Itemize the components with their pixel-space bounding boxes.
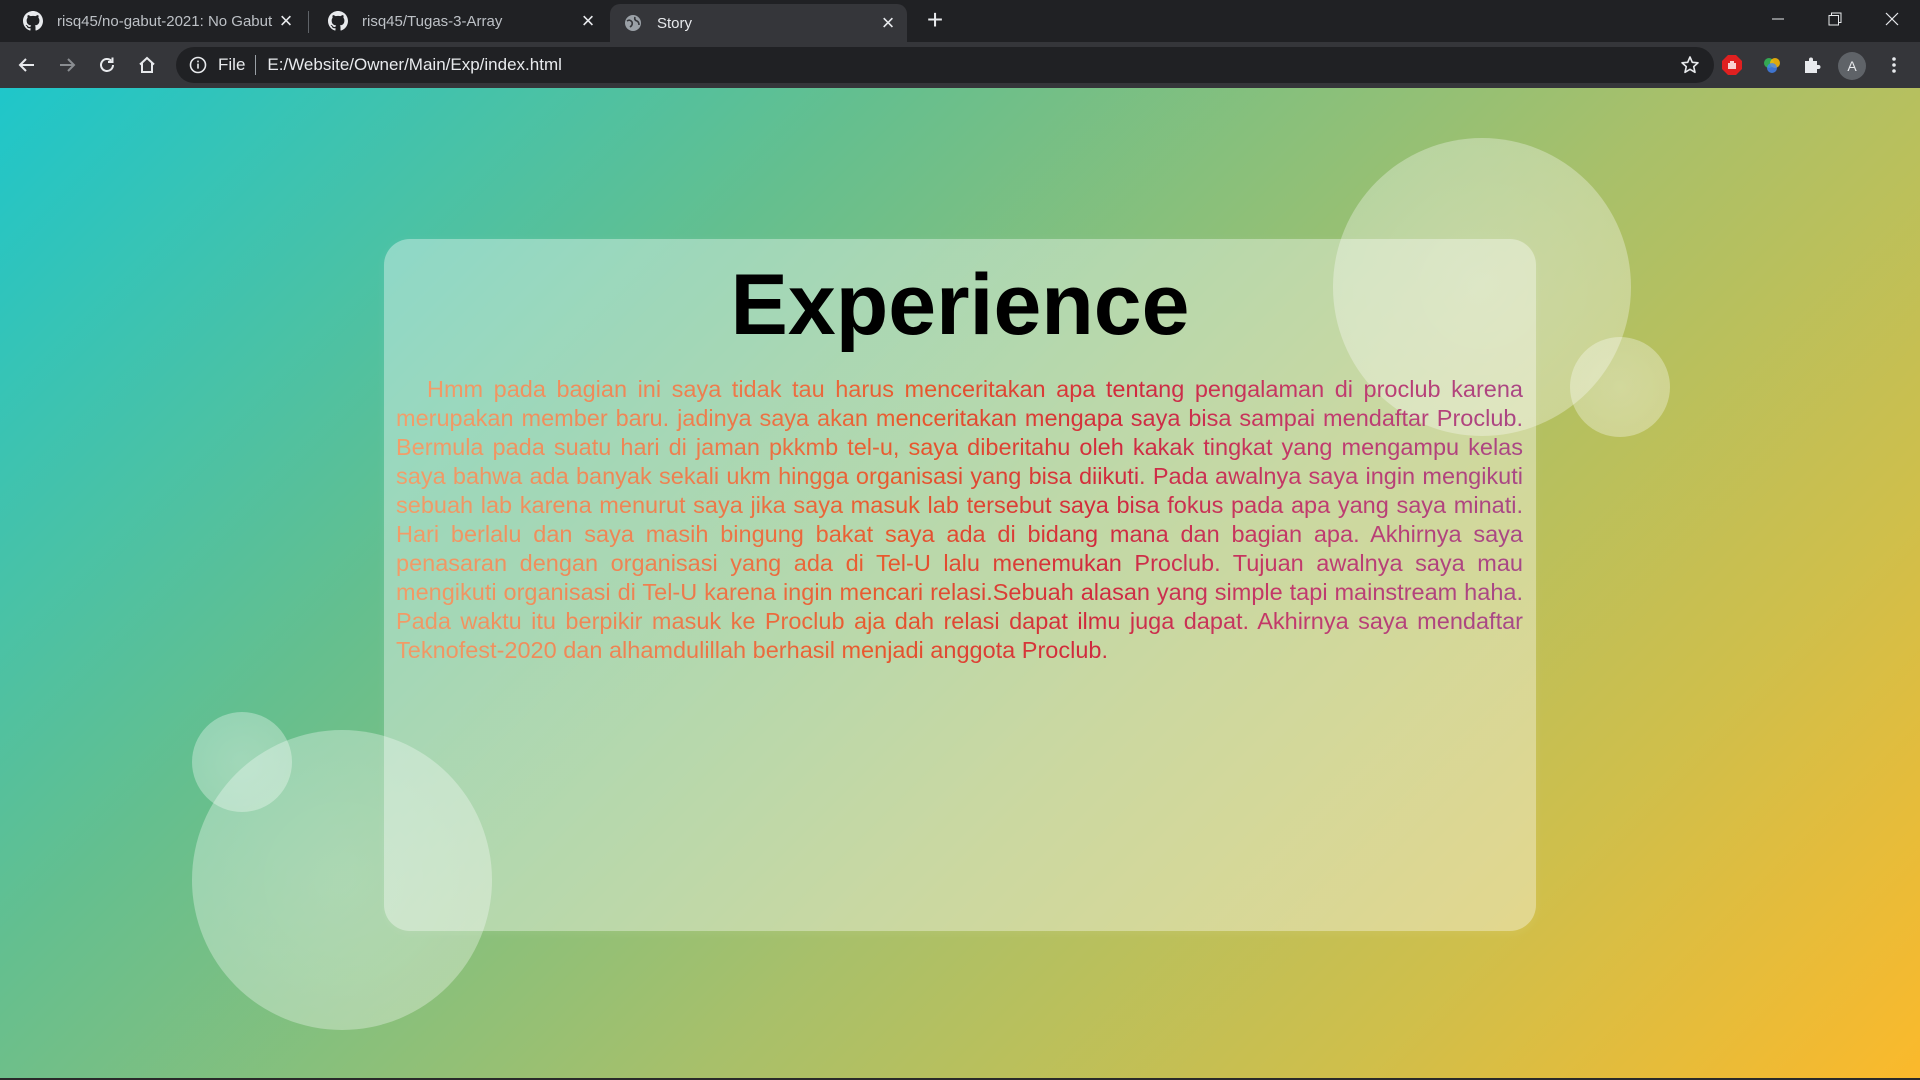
tab-strip: risq45/no-gabut-2021: No Gabut × risq45/… bbox=[0, 0, 1920, 42]
tab-tugas-3-array[interactable]: risq45/Tugas-3-Array × bbox=[305, 0, 607, 42]
tab-no-gabut[interactable]: risq45/no-gabut-2021: No Gabut × bbox=[0, 0, 305, 42]
close-tab-icon[interactable]: × bbox=[577, 10, 599, 32]
extensions-button[interactable] bbox=[1796, 49, 1828, 81]
github-icon bbox=[23, 11, 43, 31]
tab-title: risq45/Tugas-3-Array bbox=[362, 12, 503, 30]
arrow-left-icon bbox=[18, 58, 34, 72]
decor-circle-small-left bbox=[192, 712, 292, 812]
home-button[interactable] bbox=[131, 49, 163, 81]
extension-colorful-button[interactable] bbox=[1756, 49, 1788, 81]
more-vert-icon bbox=[1892, 57, 1896, 73]
tab-title: risq45/no-gabut-2021: No Gabut bbox=[57, 12, 273, 30]
tab-story[interactable]: Story × bbox=[610, 4, 907, 42]
close-tab-icon[interactable]: × bbox=[275, 10, 297, 32]
star-icon[interactable] bbox=[1680, 55, 1700, 75]
url-text[interactable]: E:/Website/Owner/Main/Exp/index.html bbox=[267, 55, 561, 75]
menu-button[interactable] bbox=[1878, 49, 1910, 81]
page-title: Experience bbox=[730, 257, 1190, 353]
extension-logo-icon bbox=[1764, 58, 1780, 73]
reload-icon bbox=[100, 57, 114, 72]
reload-button[interactable] bbox=[91, 49, 123, 81]
minimize-icon bbox=[1771, 18, 1784, 20]
info-icon[interactable] bbox=[189, 56, 207, 74]
decor-circle-small-right bbox=[1570, 337, 1670, 437]
globe-icon bbox=[625, 15, 641, 31]
browser-toolbar: File E:/Website/Owner/Main/Exp/index.htm… bbox=[0, 42, 1920, 88]
close-icon bbox=[1885, 12, 1898, 26]
restore-button[interactable] bbox=[1806, 0, 1863, 38]
home-icon bbox=[139, 56, 155, 73]
close-window-button[interactable] bbox=[1863, 0, 1920, 38]
restore-icon bbox=[1828, 12, 1841, 26]
divider bbox=[255, 55, 257, 75]
github-icon bbox=[328, 11, 348, 31]
new-tab-button[interactable]: + bbox=[922, 6, 948, 34]
forward-button[interactable] bbox=[51, 49, 83, 81]
extension-adblock-button[interactable] bbox=[1716, 49, 1748, 81]
page-viewport: Experience Hmm pada bagian ini saya tida… bbox=[0, 88, 1920, 1080]
minimize-button[interactable] bbox=[1749, 0, 1806, 38]
story-paragraph: Hmm pada bagian ini saya tidak tau harus… bbox=[396, 376, 1523, 663]
arrow-right-icon bbox=[60, 58, 76, 72]
profile-avatar[interactable]: A bbox=[1838, 52, 1866, 80]
back-button[interactable] bbox=[11, 49, 43, 81]
address-bar[interactable]: File E:/Website/Owner/Main/Exp/index.htm… bbox=[176, 47, 1714, 83]
close-tab-icon[interactable]: × bbox=[877, 12, 899, 34]
stop-hand-icon bbox=[1722, 55, 1742, 75]
scheme-label: File bbox=[218, 55, 246, 74]
tab-title: Story bbox=[657, 14, 693, 32]
puzzle-icon bbox=[1805, 57, 1821, 73]
experience-card: Experience Hmm pada bagian ini saya tida… bbox=[384, 239, 1536, 931]
